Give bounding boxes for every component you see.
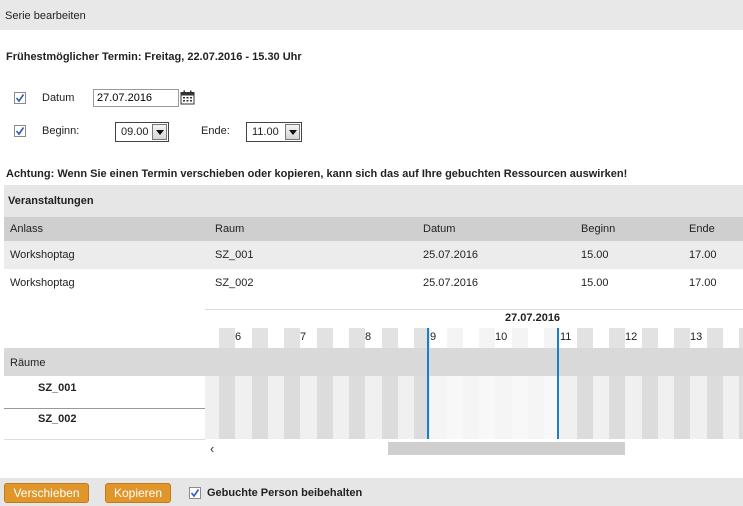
begin-label: Beginn: (42, 125, 80, 137)
timeline-stripe (219, 376, 236, 439)
room-row-label: SZ_001 (4, 376, 205, 408)
selection-start-marker (427, 328, 429, 439)
rooms-header-label: Räume (10, 357, 46, 369)
timeline-date: 27.07.2016 (505, 312, 561, 324)
timeline-stripe (479, 328, 496, 348)
timeline-stripe (576, 328, 593, 348)
rooms-header-band: Räume (4, 348, 743, 376)
events-table-header: Anlass Raum Datum Beginn Ende (4, 217, 743, 241)
timeline-stripe (219, 328, 236, 348)
cell-raum: SZ_001 (215, 249, 254, 261)
timeline-stripe (251, 376, 268, 439)
timeline-stripe (739, 376, 743, 439)
timeline-stripe (576, 376, 593, 439)
hour-label: 11 (560, 331, 572, 343)
move-button[interactable]: Verschieben (4, 483, 89, 503)
selection-end-marker (557, 328, 559, 439)
timeline-stripe (381, 376, 398, 439)
room-row-label: SZ_002 (4, 409, 205, 439)
timeline-hour-strip: 6 7 8 9 10 11 12 13 (205, 328, 743, 348)
timeline-stripe (349, 328, 366, 348)
timeline-stripe (641, 376, 658, 439)
chevron-down-icon[interactable] (152, 124, 167, 140)
cell-ende: 17.00 (689, 249, 717, 261)
hour-label: 10 (495, 331, 508, 343)
date-input[interactable] (93, 89, 179, 107)
hour-label: 13 (690, 331, 703, 343)
begin-select-value: 09.00 (121, 126, 149, 138)
timeline-scrollbar-thumb[interactable] (388, 442, 625, 455)
cell-datum: 25.07.2016 (423, 277, 479, 289)
cell-ende: 17.00 (689, 277, 717, 289)
keep-person-label: Gebuchte Person beibehalten (207, 487, 363, 499)
column-header-ende: Ende (689, 223, 715, 235)
timeline-stripe (706, 376, 723, 439)
hour-label: 9 (430, 331, 437, 343)
column-header-beginn: Beginn (581, 223, 616, 235)
checkmark-icon (15, 127, 25, 136)
earliest-date-text: Frühestmöglicher Termin: Freitag, 22.07.… (6, 51, 302, 63)
copy-button[interactable]: Kopieren (105, 483, 171, 503)
chevron-down-icon[interactable] (285, 124, 300, 140)
timeline-stripe (609, 328, 626, 348)
timeline-divider (205, 309, 743, 310)
end-select[interactable]: 11.00 (246, 122, 302, 142)
selection-range (427, 376, 557, 439)
timeline-stripe (511, 328, 528, 348)
timeline-stripe (674, 376, 691, 439)
timeline-stripe (739, 328, 743, 348)
events-section-header: Veranstaltungen (4, 185, 743, 217)
checkmark-icon (190, 489, 200, 498)
table-row[interactable]: Workshoptag SZ_002 25.07.2016 15.00 17.0… (4, 269, 743, 297)
cell-datum: 25.07.2016 (423, 249, 479, 261)
cell-beginn: 15.00 (581, 249, 609, 261)
end-select-value: 11.00 (252, 126, 279, 138)
timeline-stripe (381, 328, 398, 348)
calendar-icon[interactable] (180, 90, 195, 108)
events-title: Veranstaltungen (8, 195, 94, 207)
timeline-stripe (609, 376, 626, 439)
room-name: SZ_001 (38, 382, 77, 394)
end-label: Ende: (201, 125, 230, 137)
timeline-stripe (316, 328, 333, 348)
column-header-datum: Datum (423, 223, 456, 235)
timeline-stripe (706, 328, 723, 348)
hour-label: 12 (625, 331, 638, 343)
timeline-stripe (284, 376, 301, 439)
hour-label: 8 (365, 331, 372, 343)
cell-anlass: Workshoptag (10, 277, 75, 289)
time-checkbox[interactable] (14, 125, 26, 137)
cell-beginn: 15.00 (581, 277, 609, 289)
cell-raum: SZ_002 (215, 277, 254, 289)
cell-anlass: Workshoptag (10, 249, 75, 261)
timeline-stripe (674, 328, 691, 348)
checkmark-icon (15, 94, 25, 103)
column-header-raum: Raum (215, 223, 245, 235)
timeline-stripe (349, 376, 366, 439)
timeline-stripe (316, 376, 333, 439)
hour-label: 6 (235, 331, 242, 343)
timeline-stripe (251, 328, 268, 348)
timeline-stripe (446, 328, 463, 348)
dialog-title-bar: Serie bearbeiten (0, 0, 743, 30)
date-checkbox[interactable] (14, 92, 26, 104)
dialog-title: Serie bearbeiten (5, 10, 86, 22)
scroll-left-icon[interactable]: ‹ (210, 441, 214, 456)
timeline-stripe (641, 328, 658, 348)
keep-person-checkbox[interactable] (189, 487, 201, 499)
table-row[interactable]: Workshoptag SZ_001 25.07.2016 15.00 17.0… (4, 241, 743, 269)
timeline-stripe (284, 328, 301, 348)
room-name: SZ_002 (38, 413, 77, 425)
column-header-anlass: Anlass (10, 223, 44, 235)
warning-text: Achtung: Wenn Sie einen Termin verschieb… (6, 168, 628, 180)
room-separator (4, 439, 205, 440)
room-timeline-grid[interactable] (205, 376, 743, 439)
begin-select[interactable]: 09.00 (115, 122, 169, 142)
hour-label: 7 (300, 331, 307, 343)
date-label: Datum (42, 92, 75, 104)
